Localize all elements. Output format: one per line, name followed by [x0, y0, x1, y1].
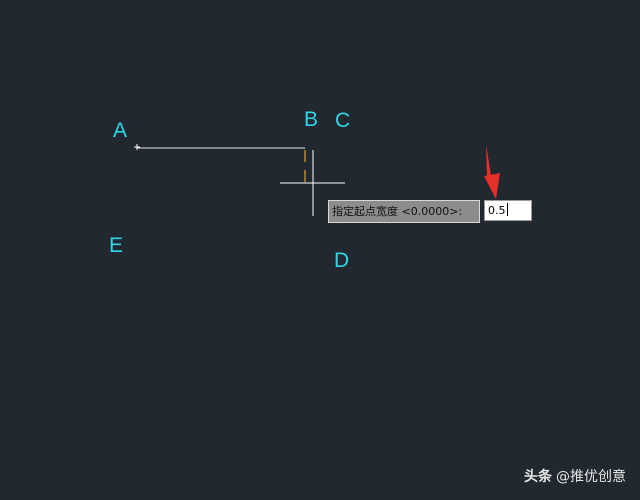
watermark-brand: 头条	[524, 469, 552, 485]
width-value-text: 0.5	[488, 204, 506, 217]
watermark-account: @推优创意	[556, 469, 626, 485]
drawing-layer	[134, 144, 500, 216]
red-arrow-icon	[484, 144, 500, 199]
text-caret	[506, 203, 508, 216]
width-value-input[interactable]: 0.5	[484, 200, 532, 221]
start-point-marker	[134, 144, 140, 150]
command-prompt-tooltip: 指定起点宽度 <0.0000>:	[328, 200, 480, 223]
drawing-canvas[interactable]: A B C D E 指定起点宽度 <0.0000>: 0.5	[0, 0, 640, 500]
watermark: 头条 @推优创意	[524, 466, 626, 486]
